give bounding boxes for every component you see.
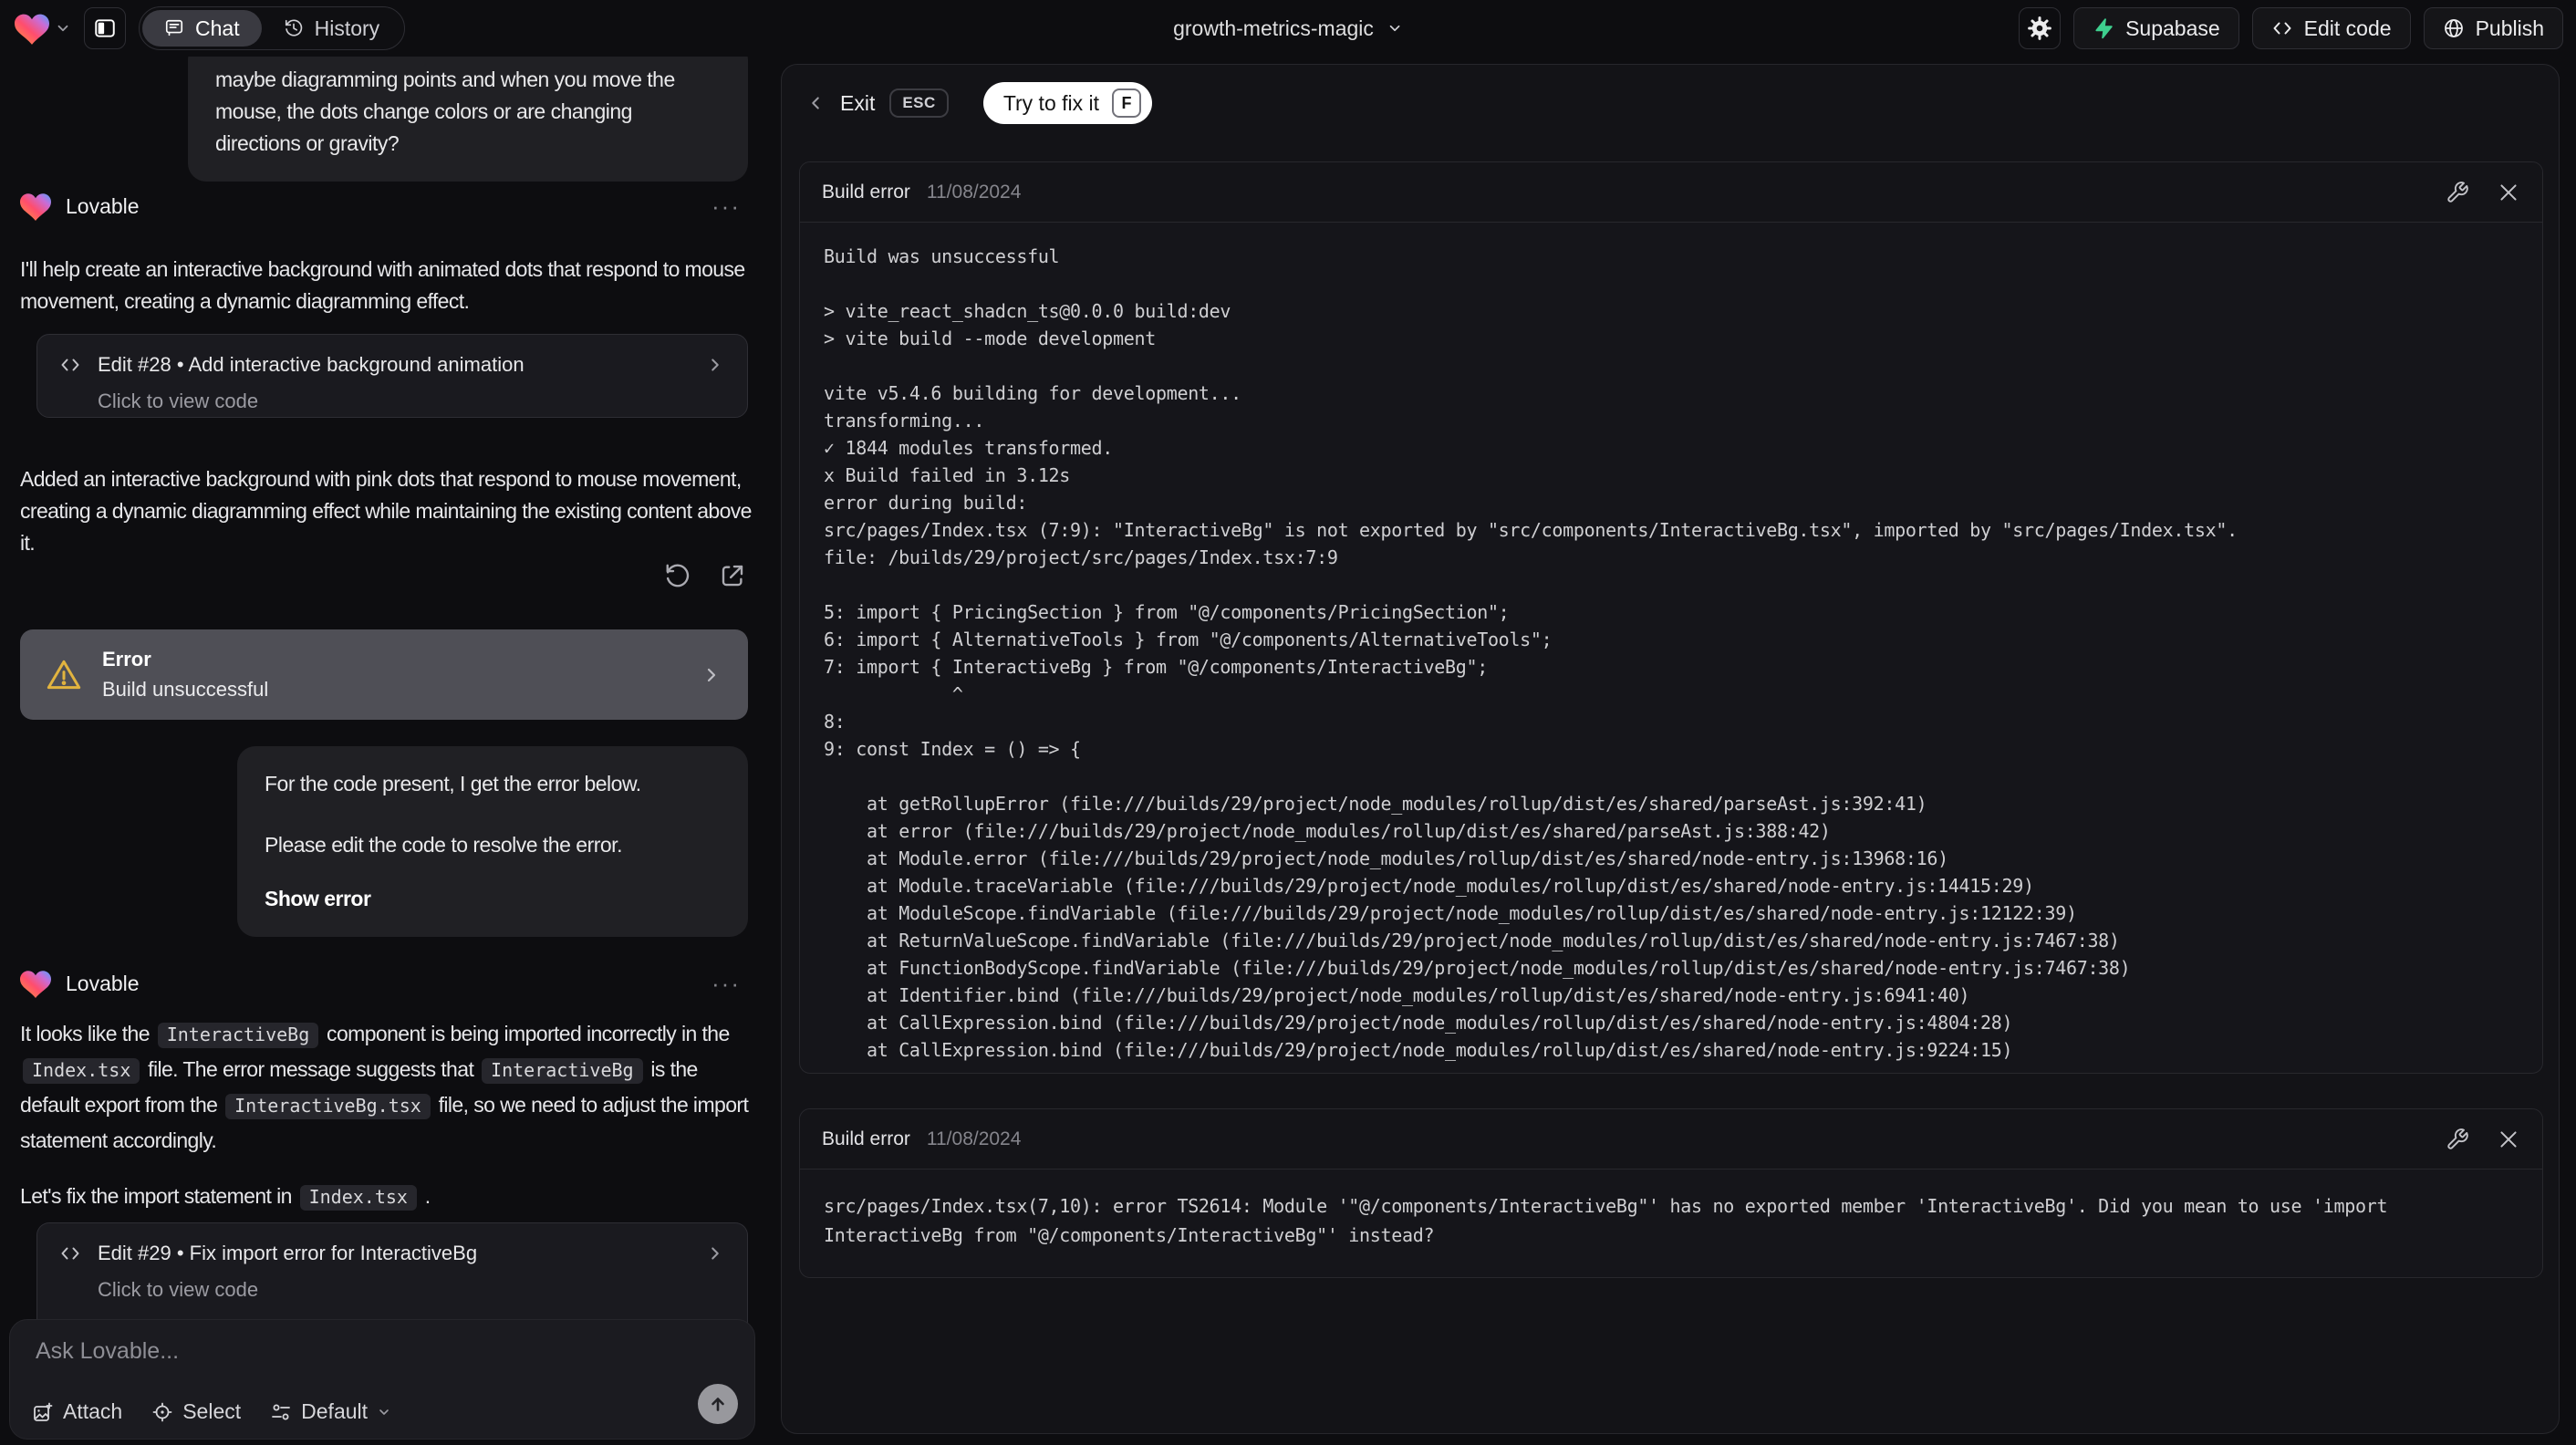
chevron-right-icon (705, 355, 725, 375)
sidebar-panel-icon (93, 16, 117, 40)
globe-icon (2443, 17, 2465, 39)
tab-history[interactable]: History (262, 10, 402, 47)
lovable-heart-logo-icon (15, 12, 49, 45)
wrench-icon[interactable] (2446, 181, 2469, 204)
error-card-subtitle: Build unsuccessful (102, 678, 269, 701)
close-icon[interactable] (2497, 1128, 2520, 1151)
tab-chat[interactable]: Chat (142, 10, 262, 47)
warning-triangle-icon (46, 657, 82, 693)
message-menu-button[interactable]: ··· (712, 970, 741, 998)
assistant-header: Lovable ··· (20, 969, 741, 998)
f-key-badge: F (1112, 88, 1142, 118)
history-icon (284, 18, 304, 38)
code-brackets-icon (59, 354, 81, 376)
project-switcher[interactable]: growth-metrics-magic (1173, 0, 1403, 57)
show-error-link[interactable]: Show error (265, 883, 721, 915)
build-error-panel-1: Build error 11/08/2024 Build was unsucce… (799, 161, 2543, 1074)
build-error-card[interactable]: Error Build unsuccessful (20, 629, 748, 720)
publish-button[interactable]: Publish (2423, 7, 2563, 49)
panel-title: Build error (822, 1128, 910, 1149)
panel-date: 11/08/2024 (926, 1128, 1022, 1149)
edit-card-28[interactable]: Edit #28 • Add interactive background an… (36, 334, 748, 418)
message-menu-button[interactable]: ··· (712, 192, 741, 221)
attach-button[interactable]: Attach (32, 1399, 122, 1424)
restore-icon[interactable] (662, 560, 693, 591)
chat-history-tabs: Chat History (139, 6, 406, 50)
edit-card-title: Edit #28 • Add interactive background an… (98, 353, 525, 376)
lovable-heart-icon (20, 192, 51, 221)
user-message-text: Please edit the code to resolve the erro… (265, 833, 622, 857)
assistant-name: Lovable (66, 193, 140, 218)
try-to-fix-label: Try to fix it (1002, 90, 1100, 115)
mode-selector[interactable]: Default (270, 1399, 391, 1424)
assistant-text: Let's fix the import statement in Index.… (20, 1179, 761, 1214)
lovable-heart-icon (20, 969, 51, 998)
edit-card-title: Edit #29 • Fix import error for Interact… (98, 1242, 478, 1264)
assistant-text: It looks like the InteractiveBg componen… (20, 1022, 749, 1152)
image-plus-icon (32, 1401, 54, 1423)
build-log: src/pages/Index.tsx(7,10): error TS2614:… (824, 1195, 2398, 1246)
attach-label: Attach (63, 1399, 123, 1423)
panel-date: 11/08/2024 (926, 181, 1022, 203)
tab-chat-label: Chat (195, 16, 240, 40)
arrow-up-icon (707, 1393, 729, 1415)
wrench-icon[interactable] (2446, 1128, 2469, 1151)
gear-icon (2027, 16, 2052, 41)
tab-history-label: History (314, 16, 380, 40)
assistant-header: Lovable ··· (20, 192, 741, 221)
supabase-button[interactable]: Supabase (2073, 7, 2239, 49)
supabase-bolt-icon (2093, 17, 2114, 39)
supabase-label: Supabase (2125, 16, 2220, 40)
settings-button[interactable] (2019, 7, 2062, 49)
user-message: maybe diagramming points and when you mo… (188, 57, 748, 182)
chevron-down-icon (55, 20, 71, 36)
chevron-left-icon (805, 93, 826, 113)
exit-label: Exit (840, 90, 876, 115)
chat-panel: maybe diagramming points and when you mo… (0, 57, 764, 1445)
edit-code-button[interactable]: Edit code (2251, 7, 2411, 49)
exit-button[interactable]: Exit ESC (805, 88, 949, 118)
user-message-text: maybe diagramming points and when you mo… (215, 68, 675, 155)
assistant-text: Added an interactive background with pin… (20, 467, 752, 555)
build-error-panel-2: Build error 11/08/2024 src/pages/Index.t… (799, 1108, 2543, 1278)
sidebar-toggle-button[interactable] (84, 7, 126, 49)
chevron-right-icon (701, 664, 722, 686)
sliders-icon (270, 1401, 292, 1423)
select-button[interactable]: Select (151, 1399, 241, 1424)
mode-label: Default (301, 1399, 369, 1423)
publish-label: Publish (2475, 16, 2544, 40)
chevron-down-icon (1387, 20, 1403, 36)
error-overlay-panel: Exit ESC Try to fix it F Build error 11/… (781, 64, 2560, 1434)
select-label: Select (182, 1399, 242, 1423)
message-actions (662, 560, 748, 591)
chat-input[interactable] (36, 1338, 729, 1378)
error-card-title: Error (102, 648, 151, 671)
esc-key-badge: ESC (889, 88, 949, 118)
edit-code-label: Edit code (2303, 16, 2392, 40)
try-to-fix-button[interactable]: Try to fix it F (982, 82, 1153, 124)
lovable-app: Chat History growth-metrics-magic Supaba… (0, 0, 2576, 1445)
lovable-logo-menu[interactable] (15, 12, 71, 45)
crosshair-icon (151, 1401, 173, 1423)
edit-card-29[interactable]: Edit #29 • Fix import error for Interact… (36, 1222, 748, 1323)
assistant-name: Lovable (66, 971, 140, 995)
build-log: Build was unsuccessful > vite_react_shad… (824, 245, 2238, 1061)
project-name: growth-metrics-magic (1173, 16, 1374, 40)
assistant-text: I'll help create an interactive backgrou… (20, 257, 745, 313)
panel-title: Build error (822, 181, 910, 203)
user-message-text: For the code present, I get the error be… (265, 772, 641, 795)
edit-card-subtitle: Click to view code (98, 390, 259, 412)
user-message: For the code present, I get the error be… (237, 746, 748, 937)
send-button[interactable] (698, 1384, 738, 1424)
edit-card-subtitle: Click to view code (98, 1278, 259, 1301)
chat-bubble-icon (164, 18, 184, 38)
chevron-right-icon (705, 1243, 725, 1263)
close-icon[interactable] (2497, 181, 2520, 204)
chevron-down-icon (377, 1405, 391, 1419)
code-brackets-icon (59, 1242, 81, 1264)
open-external-icon[interactable] (717, 560, 748, 591)
chat-composer: Attach Select Default (9, 1319, 755, 1440)
topbar: Chat History growth-metrics-magic Supaba… (0, 0, 2576, 57)
code-brackets-icon (2271, 17, 2293, 39)
